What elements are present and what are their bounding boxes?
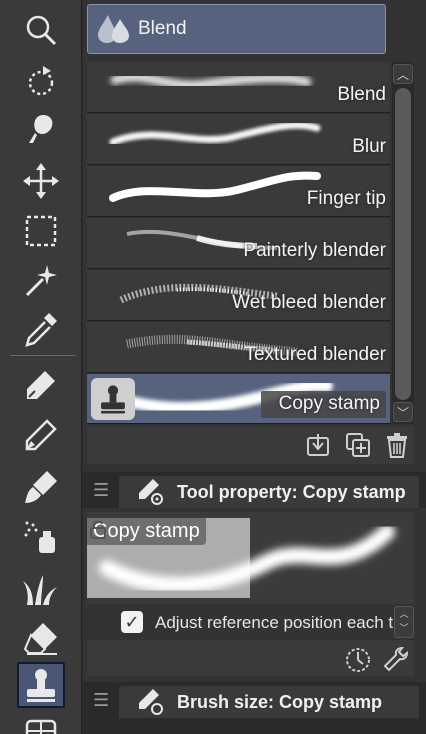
chevron-up-icon[interactable]: ︿ (393, 64, 413, 84)
property-scrollbar[interactable]: ︿ ﹀ (394, 606, 414, 638)
adjust-reference-label: Adjust reference position each time (155, 613, 414, 632)
eyedropper-icon (25, 313, 57, 347)
rotate-tool[interactable] (17, 58, 65, 104)
sub-tool-group-header[interactable]: Blend (87, 4, 386, 54)
blend-drops-icon (98, 15, 129, 43)
tool-property-title: Tool property: Copy stamp (177, 481, 406, 502)
eyedropper-tool[interactable] (17, 306, 65, 352)
brush-preview: Copy stamp (87, 518, 413, 598)
fill-tool[interactable] (17, 712, 65, 734)
tool-property-tab-row: ☰ Tool property: Copy stamp (83, 472, 426, 508)
brush-label: Copy stamp (260, 391, 386, 418)
lock-icon[interactable] (87, 518, 109, 540)
pencil-tool[interactable] (17, 412, 65, 458)
tool-bar (0, 0, 82, 734)
brush-label: Painterly blender (243, 240, 386, 261)
tool-property-footer (87, 642, 414, 676)
pen-tool[interactable] (17, 362, 65, 408)
tool-property-icon (139, 479, 163, 505)
wrench-icon[interactable] (382, 645, 410, 673)
brush-item-blur[interactable]: Blur (87, 114, 390, 165)
brush-item-textured-blender[interactable]: Textured blender (87, 322, 390, 373)
adjust-reference-checkbox[interactable]: ✓ (121, 611, 143, 633)
tab-menu-icon[interactable]: ☰ (93, 480, 111, 500)
toolbar-separator (10, 355, 76, 356)
stamp-icon (101, 385, 125, 414)
grass-icon (23, 575, 57, 605)
blend-tool[interactable] (17, 662, 65, 708)
delete-button[interactable] (383, 431, 411, 459)
chevron-down-icon[interactable]: ﹀ (393, 402, 413, 422)
adjust-reference-row: ✓ Adjust reference position each time ︿ ﹀ (87, 604, 414, 640)
sub-tool-actions (87, 426, 414, 464)
tab-tool-property[interactable]: Tool property: Copy stamp (119, 476, 419, 508)
stamp-thumbnail (91, 378, 135, 420)
pen-nib-icon (27, 371, 55, 399)
timer-dial-icon[interactable] (344, 645, 372, 673)
move-arrows-icon (23, 163, 59, 199)
sub-tool-panel: Blend Blend Blur Finger tip Painterly bl… (83, 0, 426, 734)
brush-label: Finger tip (306, 188, 386, 209)
brush-item-wet-bleed-blender[interactable]: Wet bleed blender (87, 270, 390, 321)
sub-tool-list-scrollbar[interactable]: ︿ ﹀ (392, 62, 414, 424)
brush-label: Blend (337, 84, 386, 105)
brush-item-painterly-blender[interactable]: Painterly blender (87, 218, 390, 269)
airbrush-tool[interactable] (17, 514, 65, 560)
magnifier-icon (26, 15, 57, 46)
brush-item-blend[interactable]: Blend (87, 62, 390, 113)
brush-label: Wet bleed blender (232, 292, 386, 313)
import-icon (307, 434, 329, 456)
rotate-icon (28, 66, 54, 96)
selection-tool[interactable] (17, 208, 65, 254)
airbrush-icon (24, 521, 55, 553)
brush-label: Blur (352, 136, 386, 157)
trash-icon (387, 433, 407, 458)
brush-stroke-preview (109, 121, 321, 146)
tab-brush-size[interactable]: Brush size: Copy stamp (119, 686, 419, 718)
auto-select-tool[interactable] (17, 258, 65, 304)
tool-property-body: Copy stamp ✓ Adjust reference position e… (87, 512, 414, 676)
brush-item-finger-tip[interactable]: Finger tip (87, 166, 390, 217)
dashed-rectangle-icon (25, 215, 57, 247)
magic-wand-icon (25, 265, 57, 297)
brush-size-icon (139, 689, 163, 715)
sub-tool-group-label: Blend (138, 18, 187, 39)
brush-size-tab-row: ☰ Brush size: Copy stamp (83, 682, 426, 734)
scrollbar-thumb[interactable] (395, 88, 411, 400)
eraser-tool[interactable] (17, 614, 65, 660)
brush-label: Textured blender (244, 344, 386, 365)
tab-menu-icon[interactable]: ☰ (93, 690, 111, 710)
zoom-tool[interactable] (17, 8, 65, 54)
brush-tool[interactable] (17, 464, 65, 510)
grid-icon (25, 719, 57, 734)
lasso-pointer-icon (29, 115, 53, 143)
brush-icon (25, 471, 57, 503)
brush-size-title: Brush size: Copy stamp (177, 691, 383, 712)
operation-tool[interactable] (17, 106, 65, 152)
pencil-icon (25, 419, 57, 451)
stamp-icon (27, 669, 55, 702)
brush-item-copy-stamp[interactable]: Copy stamp (87, 374, 390, 423)
duplicate-button[interactable] (344, 431, 372, 459)
move-tool[interactable] (17, 158, 65, 204)
sub-tool-list: Blend Blur Finger tip Painterly blender (87, 62, 390, 424)
import-button[interactable] (304, 431, 332, 459)
eraser-icon (23, 623, 57, 655)
decoration-tool[interactable] (17, 566, 65, 612)
duplicate-icon (346, 433, 370, 457)
